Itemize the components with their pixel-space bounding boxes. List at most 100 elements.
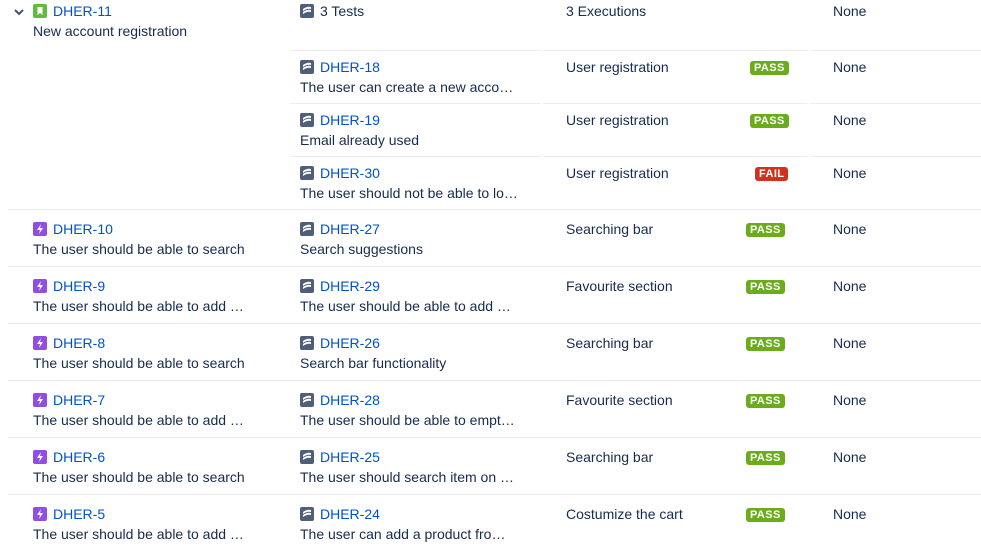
component-label: Favourite section (566, 278, 673, 294)
requirement-key[interactable]: DHER-10 (53, 221, 113, 237)
test-cell: DHER-28 The user should be able to empt… (300, 391, 520, 429)
test-summary: Search bar functionality (300, 355, 447, 371)
epic-icon (33, 450, 47, 464)
requirement-key[interactable]: DHER-5 (53, 506, 105, 522)
status-badge: PASS (746, 451, 785, 465)
test-cell: DHER-19 Email already used (300, 111, 520, 149)
test-summary: The user should not be able to lo… (300, 185, 518, 201)
test-icon (300, 4, 314, 18)
requirement-cell: DHER-9 The user should be able to add … (33, 277, 248, 315)
status-badge: PASS (746, 223, 785, 237)
component-label: Searching bar (566, 335, 654, 351)
story-icon (33, 4, 47, 18)
epic-icon (33, 393, 47, 407)
test-cell: DHER-29 The user should be able to add … (300, 277, 520, 315)
test-key[interactable]: DHER-25 (320, 449, 380, 465)
requirement-key[interactable]: DHER-9 (53, 278, 105, 294)
epic-icon (33, 336, 47, 350)
test-key[interactable]: DHER-18 (320, 59, 380, 75)
test-key[interactable]: DHER-29 (320, 278, 380, 294)
test-key[interactable]: DHER-30 (320, 165, 380, 181)
test-cell: DHER-25 The user should search item on … (300, 448, 520, 486)
status-badge: PASS (746, 508, 785, 522)
status-badge: PASS (750, 114, 789, 128)
defects-value: None (833, 278, 867, 294)
component-label: Searching bar (566, 221, 654, 237)
table-row: DHER-8 The user should be able to search D… (0, 323, 981, 380)
status-badge: PASS (750, 61, 789, 75)
test-summary: The user should be able to add … (300, 298, 511, 314)
test-icon (300, 393, 314, 407)
tests-count-label[interactable]: 3 Tests (320, 3, 364, 19)
epic-icon (33, 279, 47, 293)
component-label: Costumize the cart (566, 506, 683, 522)
test-cell: DHER-18 The user can create a new acco… (300, 58, 520, 96)
requirement-group: DHER-11 New account registration 3 Tests… (0, 0, 981, 209)
defects-value: None (833, 506, 867, 522)
test-summary: The user can create a new acco… (300, 79, 514, 95)
requirement-cell: DHER-10 The user should be able to search (33, 220, 248, 258)
test-icon (300, 222, 314, 236)
requirement-key[interactable]: DHER-8 (53, 335, 105, 351)
defects-value: None (833, 3, 867, 19)
requirement-summary: The user should be able to add … (33, 412, 244, 428)
test-cell: DHER-30 The user should not be able to l… (300, 164, 520, 202)
test-summary: Email already used (300, 132, 420, 148)
requirement-cell: DHER-7 The user should be able to add … (33, 391, 248, 429)
defects-value: None (833, 221, 867, 237)
requirement-summary: The user should be able to search (33, 355, 245, 371)
test-icon (300, 507, 314, 521)
requirement-summary: The user should be able to add … (33, 298, 244, 314)
test-key[interactable]: DHER-26 (320, 335, 380, 351)
test-summary: The user should be able to empt… (300, 412, 515, 428)
test-icon (300, 450, 314, 464)
component-label: User registration (566, 59, 669, 75)
defects-value: None (833, 59, 867, 75)
requirement-cell: DHER-8 The user should be able to search (33, 334, 248, 372)
epic-icon (33, 507, 47, 521)
table-row: DHER-9 The user should be able to add … DH… (0, 266, 981, 323)
chevron-down-icon[interactable] (13, 6, 25, 18)
component-label: Favourite section (566, 392, 673, 408)
test-key[interactable]: DHER-24 (320, 506, 380, 522)
test-key[interactable]: DHER-28 (320, 392, 380, 408)
requirement-key[interactable]: DHER-11 (53, 3, 112, 19)
tests-count: 3 Tests (300, 2, 364, 20)
executions-count[interactable]: 3 Executions (566, 2, 646, 20)
epic-icon (33, 222, 47, 236)
defects-value: None (833, 112, 867, 128)
test-icon (300, 336, 314, 350)
requirement-key[interactable]: DHER-7 (53, 392, 105, 408)
test-icon (300, 113, 314, 127)
component-label: User registration (566, 165, 669, 181)
test-summary: Search suggestions (300, 241, 423, 257)
requirement-cell: DHER-11 New account registration (33, 2, 187, 40)
test-key[interactable]: DHER-19 (320, 112, 380, 128)
requirement-summary: New account registration (33, 23, 188, 39)
defects-value: None (833, 335, 867, 351)
table-row: DHER-10 The user should be able to search… (0, 209, 981, 266)
table-row: DHER-7 The user should be able to add … DH… (0, 380, 981, 437)
component-label: User registration (566, 112, 669, 128)
defects-value: None (833, 449, 867, 465)
test-cell: DHER-27 Search suggestions (300, 220, 520, 258)
test-key[interactable]: DHER-27 (320, 221, 380, 237)
requirement-summary: The user should be able to search (33, 469, 245, 485)
test-summary: The user should search item on … (300, 469, 514, 485)
requirement-summary: The user should be able to search (33, 241, 245, 257)
component-label: Searching bar (566, 449, 654, 465)
defects-value: None (833, 165, 867, 181)
requirement-summary: The user should be able to add … (33, 526, 244, 542)
test-summary: The user can add a product fro… (300, 526, 506, 542)
status-badge: PASS (746, 394, 785, 408)
test-icon (300, 60, 314, 74)
table-row: DHER-6 The user should be able to search D… (0, 437, 981, 494)
table-row: DHER-5 The user should be able to add … DH… (0, 494, 981, 551)
test-cell: DHER-24 The user can add a product fro… (300, 505, 520, 543)
defects-value: None (833, 392, 867, 408)
status-badge: PASS (746, 337, 785, 351)
test-cell: DHER-26 Search bar functionality (300, 334, 520, 372)
status-badge: PASS (746, 280, 785, 294)
requirement-key[interactable]: DHER-6 (53, 449, 105, 465)
status-badge: FAIL (755, 167, 789, 181)
